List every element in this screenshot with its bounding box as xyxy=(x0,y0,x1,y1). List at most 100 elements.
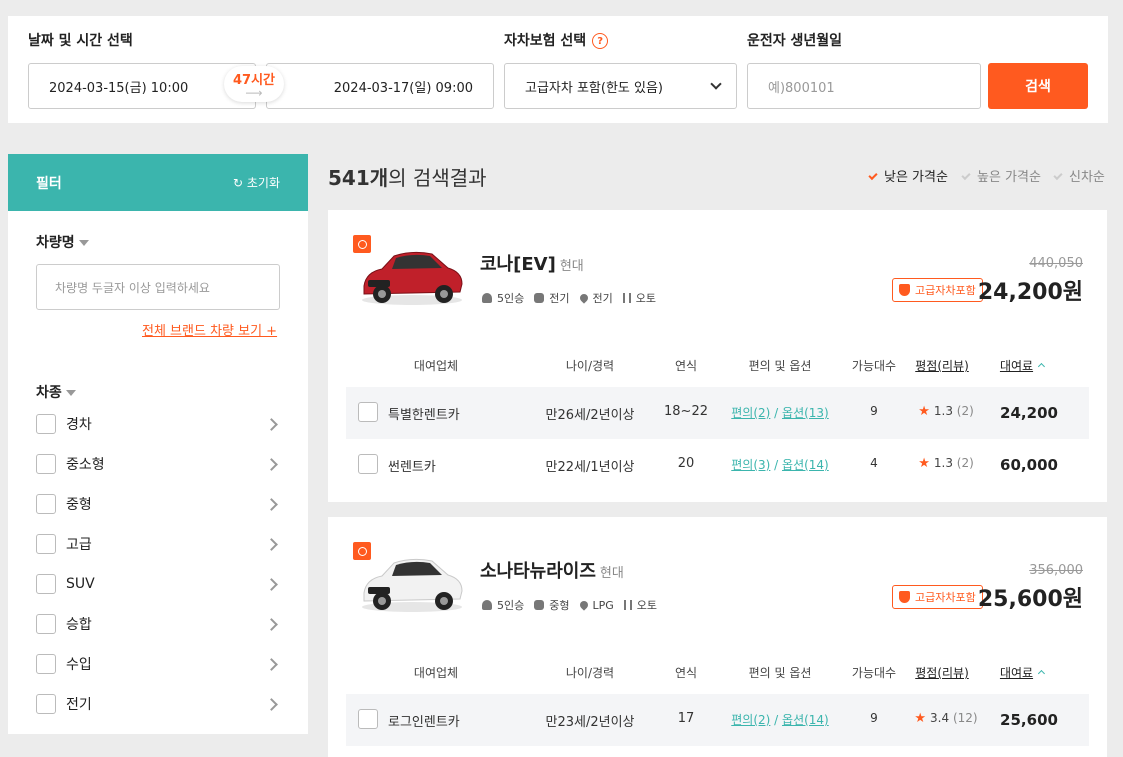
chevron-right-icon[interactable] xyxy=(265,617,278,631)
column-header-label: 가능대수 xyxy=(851,666,897,680)
checkbox[interactable] xyxy=(36,534,56,554)
column-header-label: 대여업체 xyxy=(413,666,459,680)
chevron-right-icon[interactable] xyxy=(265,697,278,711)
column-header-age: 나이/경력 xyxy=(566,357,614,374)
car-icon xyxy=(534,293,545,303)
table-row[interactable]: 썬렌트카 만22세/1년이상 20 편의(3) / 옵션(14) 4 ★ 1.3 (2) 60… xyxy=(346,439,1089,491)
check-icon xyxy=(868,170,878,181)
column-header-year: 연식 xyxy=(675,664,697,681)
column-header-fee[interactable]: 대여료 xyxy=(1000,664,1046,681)
convenience-link[interactable]: 편의(2) xyxy=(731,406,770,420)
chevron-right-icon[interactable] xyxy=(265,497,278,511)
insurance-badge: 고급자차포함 xyxy=(892,585,983,609)
rental-fee: 25,600 xyxy=(1000,711,1058,729)
car-type-item[interactable]: 중소형 xyxy=(36,452,280,476)
seats-spec: 5인승 xyxy=(482,597,524,613)
car-type-item[interactable]: 승합 xyxy=(36,612,280,636)
insurance-select[interactable]: 고급자차 포함(한도 있음) xyxy=(504,63,737,109)
row-checkbox[interactable] xyxy=(358,454,378,474)
filter-header: 필터 ↻ 초기화 xyxy=(8,154,308,211)
chevron-right-icon[interactable] xyxy=(265,457,278,471)
birth-placeholder: 예)800101 xyxy=(768,80,835,96)
column-header-rating[interactable]: 평점(리뷰) xyxy=(915,664,969,681)
shield-icon xyxy=(899,591,910,603)
search-button[interactable]: 검색 xyxy=(988,63,1088,109)
car-maker: 현대 xyxy=(559,259,584,274)
car-type-item[interactable]: 수입 xyxy=(36,652,280,676)
car-type-item[interactable]: SUV xyxy=(36,572,280,596)
filter-title: 필터 xyxy=(36,175,62,192)
options-link[interactable]: 옵션(14) xyxy=(782,458,829,472)
rating: ★ 1.3 (2) xyxy=(918,404,974,419)
results-count-suffix: 의 검색결과 xyxy=(388,166,487,190)
age-requirement: 만22세/1년이상 xyxy=(545,460,635,475)
car-type-item[interactable]: 경차 xyxy=(36,412,280,436)
car-type-section-title[interactable]: 차종 xyxy=(36,382,76,402)
row-checkbox[interactable] xyxy=(358,402,378,422)
birth-input[interactable]: 예)800101 xyxy=(747,63,981,109)
checkbox[interactable] xyxy=(36,654,56,674)
convenience-link[interactable]: 편의(3) xyxy=(731,458,770,472)
column-header-company: 대여업체 xyxy=(414,357,458,374)
chevron-right-icon[interactable] xyxy=(265,577,278,591)
car-type-item[interactable]: 중형 xyxy=(36,492,280,516)
checkbox[interactable] xyxy=(36,414,56,434)
review-count: (2) xyxy=(956,404,974,418)
column-header-label: 나이/경력 xyxy=(565,666,615,680)
car-name[interactable]: 코나[EV] 현대 xyxy=(480,250,584,276)
convenience-link[interactable]: 편의(2) xyxy=(731,713,770,727)
checkbox[interactable] xyxy=(36,494,56,514)
car-type-item[interactable]: 고급 xyxy=(36,532,280,556)
car-icon xyxy=(534,600,545,610)
car-name-input[interactable]: 차량명 두글자 이상 입력하세요 xyxy=(36,264,280,310)
end-datetime-field[interactable]: 2024-03-17(일) 09:00 xyxy=(266,63,494,109)
car-name-section-title[interactable]: 차량명 xyxy=(36,232,89,252)
chevron-up-icon xyxy=(1038,362,1046,371)
chevron-right-icon[interactable] xyxy=(265,537,278,551)
chevron-right-icon[interactable] xyxy=(265,417,278,431)
car-name-title-text: 차량명 xyxy=(36,235,75,251)
reset-label: 초기화 xyxy=(246,176,280,190)
column-header-rating[interactable]: 평점(리뷰) xyxy=(915,357,969,374)
sort-low-price[interactable]: 낮은 가격순 xyxy=(868,166,948,185)
rating: ★ 3.4 (12) xyxy=(914,711,977,726)
original-price: 356,000 xyxy=(1029,563,1083,578)
car-type-item[interactable]: 전기 xyxy=(36,692,280,716)
row-checkbox[interactable] xyxy=(358,709,378,729)
chevron-right-icon[interactable] xyxy=(265,657,278,671)
rental-fee: 24,200 xyxy=(1000,404,1058,422)
available-count: 4 xyxy=(870,456,878,470)
column-header-label: 평점(리뷰) xyxy=(915,359,969,373)
question-icon[interactable]: ? xyxy=(592,33,609,49)
car-price: 25,600원 xyxy=(977,587,1083,612)
refresh-icon: ↻ xyxy=(232,176,244,190)
sort-high-price[interactable]: 높은 가격순 xyxy=(961,166,1041,185)
start-datetime-field[interactable]: 2024-03-15(금) 10:00 xyxy=(28,63,256,109)
check-icon xyxy=(961,170,971,181)
car-specs: 5인승 전기 전기 오토 xyxy=(482,290,656,306)
checkbox[interactable] xyxy=(36,454,56,474)
all-brands-link[interactable]: 전체 브랜드 차량 보기 + xyxy=(142,320,277,339)
separator: / xyxy=(770,406,783,420)
car-name[interactable]: 소나타뉴라이즈 현대 xyxy=(480,557,624,583)
transmission-value: 오토 xyxy=(635,292,656,305)
column-header-year: 연식 xyxy=(675,357,697,374)
reset-button[interactable]: ↻ 초기화 xyxy=(233,174,280,191)
fuel-spec: LPG xyxy=(577,597,614,613)
options-link[interactable]: 옵션(13) xyxy=(782,406,829,420)
column-header-label: 편의 및 옵션 xyxy=(748,359,812,373)
checkbox[interactable] xyxy=(36,614,56,634)
sort-high-price-label: 높은 가격순 xyxy=(977,170,1041,185)
search-panel: 날짜 및 시간 선택 2024-03-15(금) 10:00 47시간 ⟶ 20… xyxy=(8,16,1108,123)
fuel-drop-icon xyxy=(577,292,590,304)
table-row[interactable]: 로그인렌트카 만23세/2년이상 17 편의(2) / 옵션(14) 9 ★ 3.4 (12… xyxy=(346,694,1089,746)
insurance-label-text: 자차보험 선택 xyxy=(504,33,587,49)
checkbox[interactable] xyxy=(36,574,56,594)
options-link[interactable]: 옵션(14) xyxy=(782,713,829,727)
fuel-value: LPG xyxy=(592,598,614,612)
insurance-badge-text: 고급자차포함 xyxy=(915,591,976,604)
sort-newest[interactable]: 신차순 xyxy=(1053,166,1105,185)
column-header-fee[interactable]: 대여료 xyxy=(1000,357,1046,374)
checkbox[interactable] xyxy=(36,694,56,714)
table-row[interactable]: 특별한렌트카 만26세/2년이상 18~22 편의(2) / 옵션(13) 9 ★ 1.3 … xyxy=(346,387,1089,439)
